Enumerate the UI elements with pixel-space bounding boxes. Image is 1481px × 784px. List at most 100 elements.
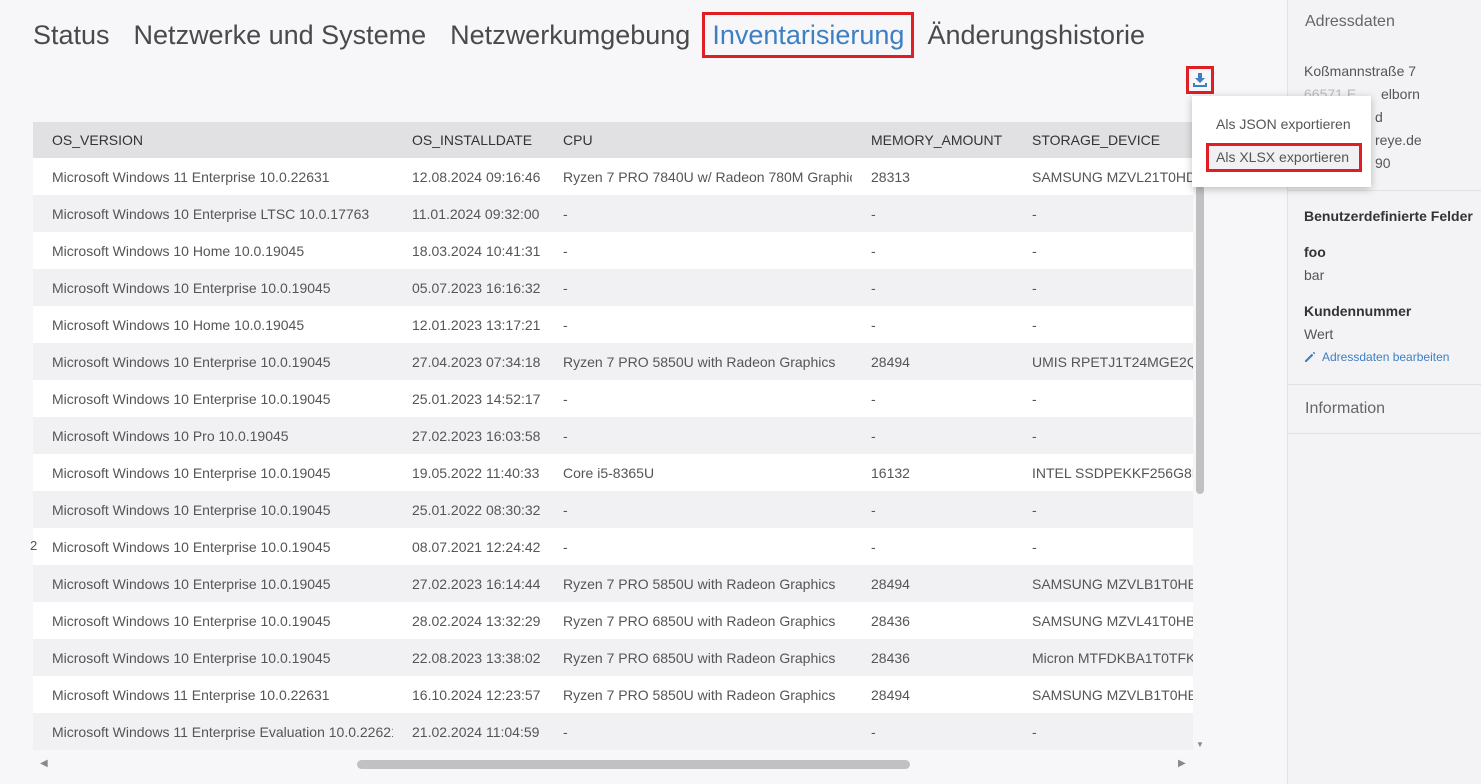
table-cell-os-version: Microsoft Windows 10 Enterprise LTSC 10.… <box>33 195 393 232</box>
table-cell-os-installdate: 08.07.2021 12:24:42 <box>393 528 544 565</box>
table-row[interactable]: Microsoft Windows 10 Enterprise 10.0.190… <box>33 491 1193 528</box>
table-row[interactable]: Microsoft Windows 10 Enterprise 10.0.190… <box>33 454 1193 491</box>
column-header-os-version[interactable]: OS_VERSION <box>33 122 393 158</box>
divider <box>1288 190 1481 191</box>
column-header-memory-amount[interactable]: MEMORY_AMOUNT <box>852 122 1013 158</box>
table-row[interactable]: Microsoft Windows 11 Enterprise 10.0.226… <box>33 158 1193 195</box>
table-cell-cpu: Ryzen 7 PRO 7840U w/ Radeon 780M Graphic… <box>544 158 852 195</box>
column-header-storage-device[interactable]: STORAGE_DEVICE <box>1013 122 1193 158</box>
table-cell-memory-amount: - <box>852 417 1013 454</box>
scroll-left-arrow-icon[interactable]: ◀ <box>40 758 48 769</box>
table-header-row: OS_VERSION OS_INSTALLDATE CPU MEMORY_AMO… <box>33 122 1193 158</box>
table-row[interactable]: Microsoft Windows 10 Enterprise 10.0.190… <box>33 528 1193 565</box>
table-cell-memory-amount: - <box>852 232 1013 269</box>
scroll-down-arrow-icon[interactable]: ▼ <box>1196 740 1204 749</box>
table-row[interactable]: Microsoft Windows 11 Enterprise 10.0.226… <box>33 676 1193 713</box>
table-cell-cpu: Ryzen 7 PRO 6850U with Radeon Graphics <box>544 639 852 676</box>
table-cell-storage-device: INTEL SSDPEKKF256G8L <box>1013 454 1193 491</box>
table-cell-memory-amount: 28494 <box>852 565 1013 602</box>
table-cell-os-version: Microsoft Windows 10 Enterprise 10.0.190… <box>33 343 393 380</box>
field-name: foo <box>1304 244 1326 260</box>
table-row[interactable]: Microsoft Windows 10 Enterprise LTSC 10.… <box>33 195 1193 232</box>
information-heading[interactable]: Information <box>1305 400 1385 418</box>
download-button[interactable] <box>1186 66 1214 94</box>
tab-bar: Status Netzwerke und Systeme Netzwerkumg… <box>33 12 1169 58</box>
table-cell-os-version: Microsoft Windows 10 Pro 10.0.19045 <box>33 417 393 454</box>
table-cell-os-version: Microsoft Windows 11 Enterprise 10.0.226… <box>33 158 393 195</box>
table-cell-storage-device: SAMSUNG MZVLB1T0HBL <box>1013 676 1193 713</box>
column-header-os-installdate[interactable]: OS_INSTALLDATE <box>393 122 544 158</box>
table-cell-os-version: Microsoft Windows 10 Home 10.0.19045 <box>33 232 393 269</box>
table-cell-os-version: Microsoft Windows 10 Enterprise 10.0.190… <box>33 491 393 528</box>
table-cell-memory-amount: 28494 <box>852 343 1013 380</box>
horizontal-scrollbar-thumb[interactable] <box>357 760 910 769</box>
address-heading: Adressdaten <box>1305 13 1395 30</box>
table-row[interactable]: Microsoft Windows 10 Enterprise 10.0.190… <box>33 602 1193 639</box>
divider <box>1288 433 1481 434</box>
table-row[interactable]: Microsoft Windows 10 Pro 10.0.19045 27.02… <box>33 417 1193 454</box>
table-cell-storage-device: - <box>1013 491 1193 528</box>
table-cell-os-installdate: 16.10.2024 12:23:57 <box>393 676 544 713</box>
tab-aenderungshistorie[interactable]: Änderungshistorie <box>927 15 1145 55</box>
table-cell-memory-amount: - <box>852 195 1013 232</box>
table-cell-os-installdate: 21.02.2024 11:04:59 <box>393 713 544 750</box>
table-cell-os-installdate: 27.02.2023 16:03:58 <box>393 417 544 454</box>
address-line: reye.de <box>1375 132 1422 148</box>
table-cell-cpu: - <box>544 528 852 565</box>
table-cell-os-version: Microsoft Windows 11 Enterprise 10.0.226… <box>33 676 393 713</box>
table-cell-cpu: - <box>544 713 852 750</box>
table-cell-os-installdate: 25.01.2022 08:30:32 <box>393 491 544 528</box>
table-cell-os-installdate: 11.01.2024 09:32:00 <box>393 195 544 232</box>
table-cell-cpu: Ryzen 7 PRO 5850U with Radeon Graphics <box>544 565 852 602</box>
tab-netzwerkumgebung[interactable]: Netzwerkumgebung <box>450 15 690 55</box>
address-line: elborn <box>1381 86 1420 102</box>
address-line: 90 <box>1375 155 1391 171</box>
table-cell-cpu: - <box>544 306 852 343</box>
table-cell-storage-device: - <box>1013 713 1193 750</box>
table-row[interactable]: Microsoft Windows 10 Enterprise 10.0.190… <box>33 565 1193 602</box>
table-cell-storage-device: - <box>1013 306 1193 343</box>
column-header-cpu[interactable]: CPU <box>544 122 852 158</box>
table-row[interactable]: Microsoft Windows 10 Enterprise 10.0.190… <box>33 269 1193 306</box>
tab-netzwerke-und-systeme[interactable]: Netzwerke und Systeme <box>134 15 427 55</box>
table-cell-os-version: Microsoft Windows 10 Home 10.0.19045 <box>33 306 393 343</box>
table-row[interactable]: Microsoft Windows 10 Enterprise 10.0.190… <box>33 343 1193 380</box>
table-cell-memory-amount: - <box>852 306 1013 343</box>
table-row[interactable]: Microsoft Windows 10 Enterprise 10.0.190… <box>33 639 1193 676</box>
table-row[interactable]: Microsoft Windows 10 Home 10.0.19045 12.0… <box>33 306 1193 343</box>
pencil-icon <box>1305 351 1316 362</box>
field-value: bar <box>1304 267 1325 283</box>
scroll-right-arrow-icon[interactable]: ▶ <box>1178 758 1186 769</box>
table-cell-os-version: Microsoft Windows 11 Enterprise Evaluati… <box>33 713 393 750</box>
address-line: Koßmannstraße 7 <box>1304 63 1417 79</box>
table-cell-os-version: Microsoft Windows 10 Enterprise 10.0.190… <box>33 454 393 491</box>
export-xlsx-item[interactable]: Als XLSX exportieren <box>1206 143 1362 172</box>
vertical-scrollbar-thumb[interactable] <box>1196 185 1204 494</box>
table-cell-cpu: Ryzen 7 PRO 6850U with Radeon Graphics <box>544 602 852 639</box>
table-cell-storage-device: - <box>1013 417 1193 454</box>
table-cell-storage-device: Micron MTFDKBA1T0TFK <box>1013 639 1193 676</box>
export-json-item[interactable]: Als JSON exportieren <box>1216 116 1351 132</box>
address-line: d <box>1375 109 1383 125</box>
table-cell-cpu: - <box>544 232 852 269</box>
table-row[interactable]: Microsoft Windows 10 Enterprise 10.0.190… <box>33 380 1193 417</box>
table-cell-storage-device: - <box>1013 195 1193 232</box>
table-cell-os-installdate: 28.02.2024 13:32:29 <box>393 602 544 639</box>
edit-address-link[interactable]: Adressdaten bearbeiten <box>1304 350 1449 364</box>
download-icon <box>1193 73 1207 87</box>
tab-status[interactable]: Status <box>33 15 110 55</box>
inventory-table: OS_VERSION OS_INSTALLDATE CPU MEMORY_AMO… <box>33 122 1193 751</box>
table-cell-os-installdate: 12.08.2024 09:16:46 <box>393 158 544 195</box>
table-row[interactable]: Microsoft Windows 10 Home 10.0.19045 18.0… <box>33 232 1193 269</box>
table-cell-os-version: Microsoft Windows 10 Enterprise 10.0.190… <box>33 380 393 417</box>
table-cell-memory-amount: 28436 <box>852 639 1013 676</box>
table-row[interactable]: Microsoft Windows 11 Enterprise Evaluati… <box>33 713 1193 750</box>
table-cell-memory-amount: - <box>852 269 1013 306</box>
table-cell-storage-device: - <box>1013 528 1193 565</box>
divider <box>1288 384 1481 385</box>
table-cell-os-installdate: 18.03.2024 10:41:31 <box>393 232 544 269</box>
table-cell-memory-amount: 28313 <box>852 158 1013 195</box>
table-cell-storage-device: - <box>1013 380 1193 417</box>
table-cell-os-version: Microsoft Windows 10 Enterprise 10.0.190… <box>33 565 393 602</box>
tab-inventarisierung[interactable]: Inventarisierung <box>702 12 915 58</box>
